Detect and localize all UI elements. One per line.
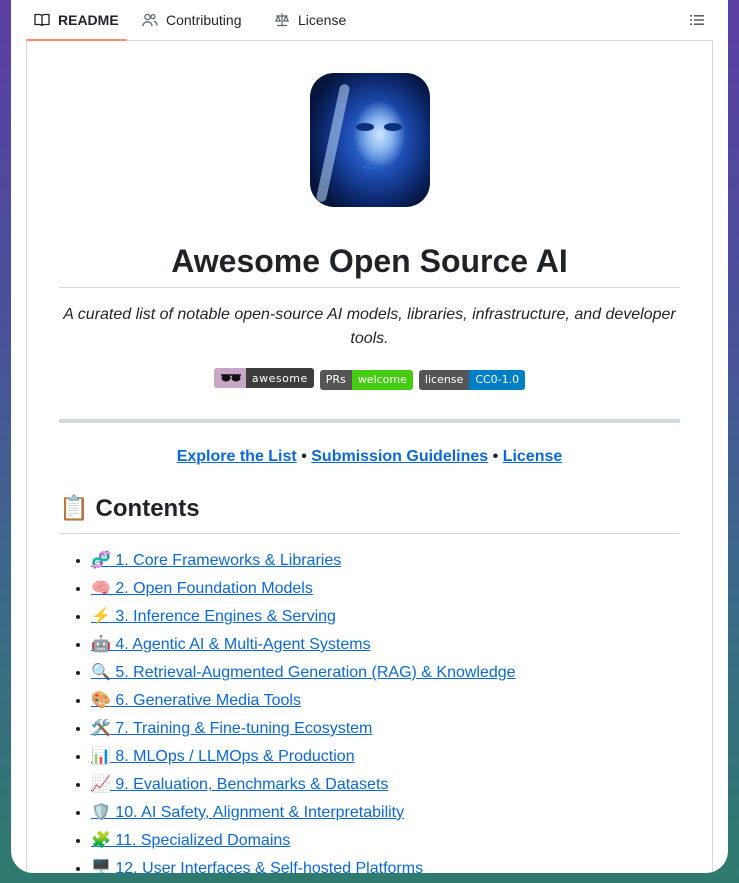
contents-item: 📈 9. Evaluation, Benchmarks & Datasets [91,771,680,799]
contents-link-label: 8. MLOps / LLMOps & Production [115,748,355,765]
item-emoji-icon: 🖥️ [91,860,111,873]
contents-item: 📊 8. MLOps / LLMOps & Production [91,743,680,771]
quick-links: Explore the List • Submission Guidelines… [27,448,712,466]
license-link[interactable]: License [503,448,563,465]
contents-item: 🧩 11. Specialized Domains [91,827,680,855]
readme-tab-bar: README Contributing License [26,0,713,41]
item-emoji-icon: 📈 [91,776,111,793]
item-emoji-icon: 🛡️ [91,804,111,821]
contents-link-label: 6. Generative Media Tools [115,692,301,709]
contents-item: 🎨 6. Generative Media Tools [91,687,680,715]
awesome-badge-text: awesome [245,368,314,388]
item-emoji-icon: 🤖 [91,636,111,653]
contents-item: 🔍 5. Retrieval-Augmented Generation (RAG… [91,659,680,687]
contents-link[interactable]: 🧩 11. Specialized Domains [91,832,290,849]
contents-link[interactable]: ⚡ 3. Inference Engines & Serving [91,608,336,625]
contents-link[interactable]: 🎨 6. Generative Media Tools [91,692,301,709]
contents-link-label: 12. User Interfaces & Self-hosted Platfo… [115,860,424,873]
contents-item: 🧠 2. Open Foundation Models [91,575,680,603]
contents-link[interactable]: 🤖 4. Agentic AI & Multi-Agent Systems [91,636,371,653]
book-icon [34,13,50,27]
section-divider [59,419,680,423]
tab-contributing-label: Contributing [166,12,242,28]
contents-link[interactable]: 🧠 2. Open Foundation Models [91,580,313,597]
page-title: Awesome Open Source AI [59,241,680,288]
explore-list-link[interactable]: Explore the List [177,448,297,465]
contents-link-label: 10. AI Safety, Alignment & Interpretabil… [115,804,405,821]
outline-toggle-button[interactable] [685,8,709,32]
tab-readme[interactable]: README [26,0,127,41]
sunglasses-icon [213,368,246,388]
contents-item: 🛡️ 10. AI Safety, Alignment & Interpreta… [91,799,680,827]
contents-link[interactable]: 🛠️ 7. Training & Fine-tuning Ecosystem [91,720,372,737]
contents-link[interactable]: 🔍 5. Retrieval-Augmented Generation (RAG… [91,664,516,681]
license-badge[interactable]: license CC0-1.0 [418,369,526,390]
contents-item: 🤖 4. Agentic AI & Multi-Agent Systems [91,631,680,659]
item-emoji-icon: ⚡ [91,608,111,625]
tab-license-label: License [298,12,347,28]
tab-readme-label: README [58,12,119,28]
contents-item: ⚡ 3. Inference Engines & Serving [91,603,680,631]
project-logo-image [309,73,430,207]
item-emoji-icon: 🧩 [91,832,111,849]
item-emoji-icon: 🎨 [91,692,111,709]
logo-mouth [361,165,384,169]
item-emoji-icon: 🔍 [91,664,111,681]
link-separator: • [301,448,307,465]
license-badge-right: CC0-1.0 [469,369,526,390]
contents-link[interactable]: 🧬 1. Core Frameworks & Libraries [91,552,341,569]
license-badge-left: license [418,369,470,390]
badge-row: awesome PRs welcome license CC0-1.0 [27,368,712,390]
contents-link-label: 1. Core Frameworks & Libraries [115,552,342,569]
contents-list: 🧬 1. Core Frameworks & Libraries 🧠 2. Op… [59,547,680,873]
logo-container [27,73,712,212]
item-emoji-icon: 🛠️ [91,720,111,737]
contents-item: 🛠️ 7. Training & Fine-tuning Ecosystem [91,715,680,743]
logo-left-eye [355,123,374,131]
contents-link-label: 9. Evaluation, Benchmarks & Datasets [115,776,389,793]
logo-right-eye [383,123,402,131]
contents-heading: 📋 Contents [59,491,680,534]
tab-contributing[interactable]: Contributing [134,0,250,40]
contents-link[interactable]: 📊 8. MLOps / LLMOps & Production [91,748,355,765]
readme-body: Awesome Open Source AI A curated list of… [26,41,713,873]
prs-badge-left: PRs [319,369,352,390]
contents-link-label: 5. Retrieval-Augmented Generation (RAG) … [115,664,516,681]
contents-item: 🖥️ 12. User Interfaces & Self-hosted Pla… [91,855,680,873]
submission-guidelines-link[interactable]: Submission Guidelines [311,448,488,465]
contents-link-label: 2. Open Foundation Models [115,580,313,597]
contents-link-label: 3. Inference Engines & Serving [115,608,336,625]
contents-link[interactable]: 🛡️ 10. AI Safety, Alignment & Interpreta… [91,804,404,821]
people-icon [142,13,158,27]
tagline: A curated list of notable open-source AI… [63,306,676,347]
item-emoji-icon: 🧠 [91,580,111,597]
tab-license[interactable]: License [266,0,354,40]
readme-card: README Contributing License Awesome Open… [11,0,728,873]
link-separator: • [492,448,499,465]
prs-badge-right: welcome [351,369,413,390]
law-icon [274,13,290,27]
contents-link-label: 4. Agentic AI & Multi-Agent Systems [115,636,371,653]
item-emoji-icon: 📊 [91,748,111,765]
contents-link[interactable]: 🖥️ 12. User Interfaces & Self-hosted Pla… [91,860,423,873]
contents-link-label: 7. Training & Fine-tuning Ecosystem [115,720,373,737]
contents-item: 🧬 1. Core Frameworks & Libraries [91,547,680,575]
item-emoji-icon: 🧬 [91,552,111,569]
contents-link[interactable]: 📈 9. Evaluation, Benchmarks & Datasets [91,776,388,793]
logo-light-streak [315,83,350,203]
awesome-badge[interactable]: awesome [213,368,314,388]
list-unordered-icon [690,15,704,25]
prs-welcome-badge[interactable]: PRs welcome [319,369,413,390]
contents-link-label: 11. Specialized Domains [115,832,291,849]
